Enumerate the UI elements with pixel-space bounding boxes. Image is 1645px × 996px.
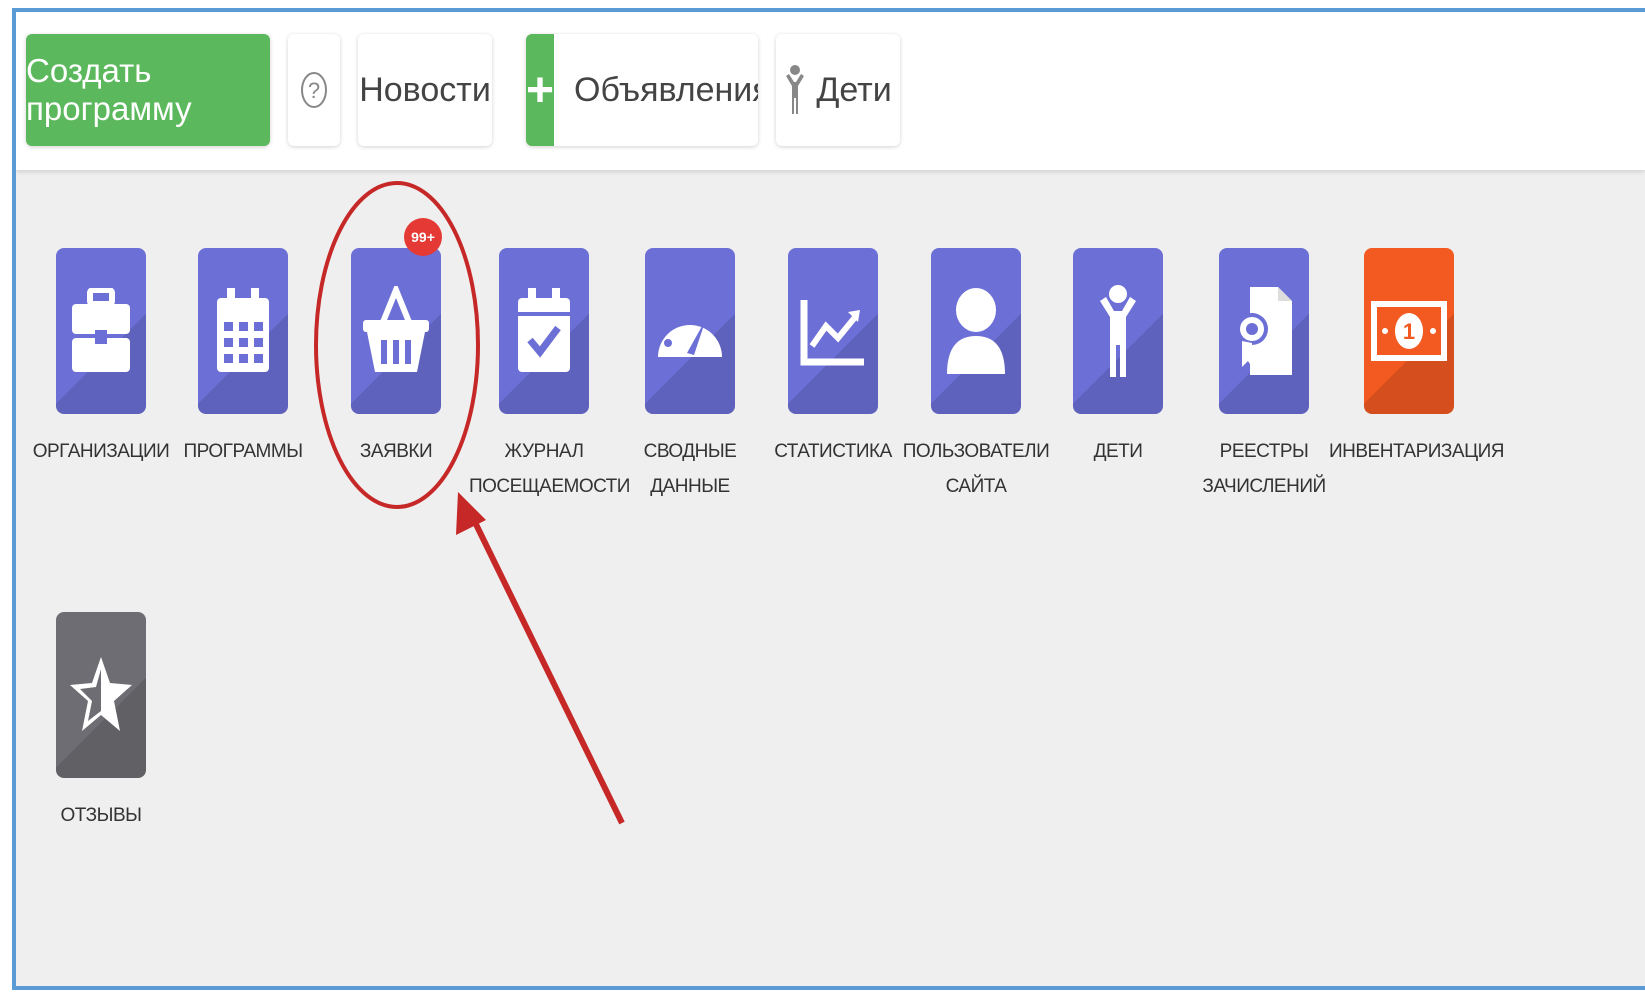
tile-programs-box[interactable]: [198, 248, 288, 414]
create-program-label: Создать программу: [26, 52, 192, 127]
child-icon: [786, 65, 805, 114]
money-icon: 1: [1371, 301, 1447, 361]
chart-icon: [800, 300, 864, 366]
child-icon: [1100, 285, 1136, 377]
tile-reviews[interactable]: ОТЗЫВЫ: [26, 612, 176, 833]
tile-statistics[interactable]: СТАТИСТИКА: [758, 248, 908, 469]
tile-enrollment-registers-label: РЕЕСТРЫ ЗАЧИСЛЕНИЙ: [1202, 441, 1326, 497]
tile-programs[interactable]: ПРОГРАММЫ: [168, 248, 318, 469]
news-label: Новости: [359, 70, 491, 109]
tile-inventory[interactable]: 1 ИНВЕНТАРИЗАЦИЯ: [1329, 248, 1505, 469]
tile-applications-box[interactable]: [351, 248, 441, 414]
tile-statistics-box[interactable]: [788, 248, 878, 414]
tile-children-label: ДЕТИ: [1093, 441, 1143, 462]
tile-enrollment-registers-box[interactable]: [1219, 248, 1309, 414]
tile-applications[interactable]: ЗАЯВКИ: [321, 248, 471, 469]
calendar-icon: [217, 288, 269, 372]
certificate-icon: [1236, 287, 1292, 375]
tile-summary-data-box[interactable]: [645, 248, 735, 414]
tile-site-users-box[interactable]: [931, 248, 1021, 414]
tile-attendance-journal[interactable]: ЖУРНАЛ ПОСЕЩАЕМОСТИ: [469, 248, 630, 504]
briefcase-icon: [72, 288, 130, 372]
tile-attendance-journal-box[interactable]: [499, 248, 589, 414]
tile-site-users-label: ПОЛЬЗОВАТЕЛИ САЙТА: [902, 441, 1050, 497]
star-icon: [70, 657, 132, 731]
tile-reviews-box[interactable]: [56, 612, 146, 778]
tile-enrollment-registers[interactable]: РЕЕСТРЫ ЗАЧИСЛЕНИЙ: [1189, 248, 1339, 504]
tile-organizations[interactable]: ОРГАНИЗАЦИИ: [26, 248, 176, 469]
top-toolbar: Создать программу ? Новости + Объявления…: [16, 12, 1645, 170]
tile-applications-label: ЗАЯВКИ: [359, 441, 433, 462]
question-icon: ?: [301, 72, 327, 108]
news-button[interactable]: Новости: [358, 34, 492, 146]
gauge-icon: [658, 307, 722, 357]
tile-attendance-journal-label: ЖУРНАЛ ПОСЕЩАЕМОСТИ: [469, 441, 630, 497]
help-button[interactable]: ?: [288, 34, 340, 146]
tile-inventory-box[interactable]: 1: [1364, 248, 1454, 414]
announcements-button[interactable]: + Объявления: [526, 34, 758, 146]
tile-statistics-label: СТАТИСТИКА: [774, 441, 892, 462]
user-icon: [947, 288, 1005, 374]
tile-site-users[interactable]: ПОЛЬЗОВАТЕЛИ САЙТА: [901, 248, 1051, 504]
applications-count-badge: 99+: [404, 218, 442, 256]
tile-organizations-box[interactable]: [56, 248, 146, 414]
calendar-check-icon: [518, 288, 570, 372]
announcements-label: Объявления: [574, 70, 758, 109]
app-window: Создать программу ? Новости + Объявления…: [12, 8, 1645, 990]
tile-inventory-label: ИНВЕНТАРИЗАЦИЯ: [1329, 441, 1505, 462]
children-button[interactable]: Дети: [776, 34, 900, 146]
tile-reviews-label: ОТЗЫВЫ: [60, 805, 142, 826]
basket-icon: [363, 286, 429, 372]
plus-icon: +: [526, 34, 555, 146]
tile-organizations-label: ОРГАНИЗАЦИИ: [32, 441, 170, 462]
create-program-button[interactable]: Создать программу: [26, 34, 270, 146]
tile-summary-data-label: СВОДНЫЕ ДАННЫЕ: [643, 441, 737, 497]
tile-programs-label: ПРОГРАММЫ: [183, 441, 303, 462]
svg-text:1: 1: [1403, 319, 1415, 344]
tile-summary-data[interactable]: СВОДНЫЕ ДАННЫЕ: [615, 248, 765, 504]
children-label: Дети: [816, 70, 892, 109]
help-symbol: ?: [308, 78, 320, 103]
tile-children[interactable]: ДЕТИ: [1043, 248, 1193, 469]
tile-children-box[interactable]: [1073, 248, 1163, 414]
